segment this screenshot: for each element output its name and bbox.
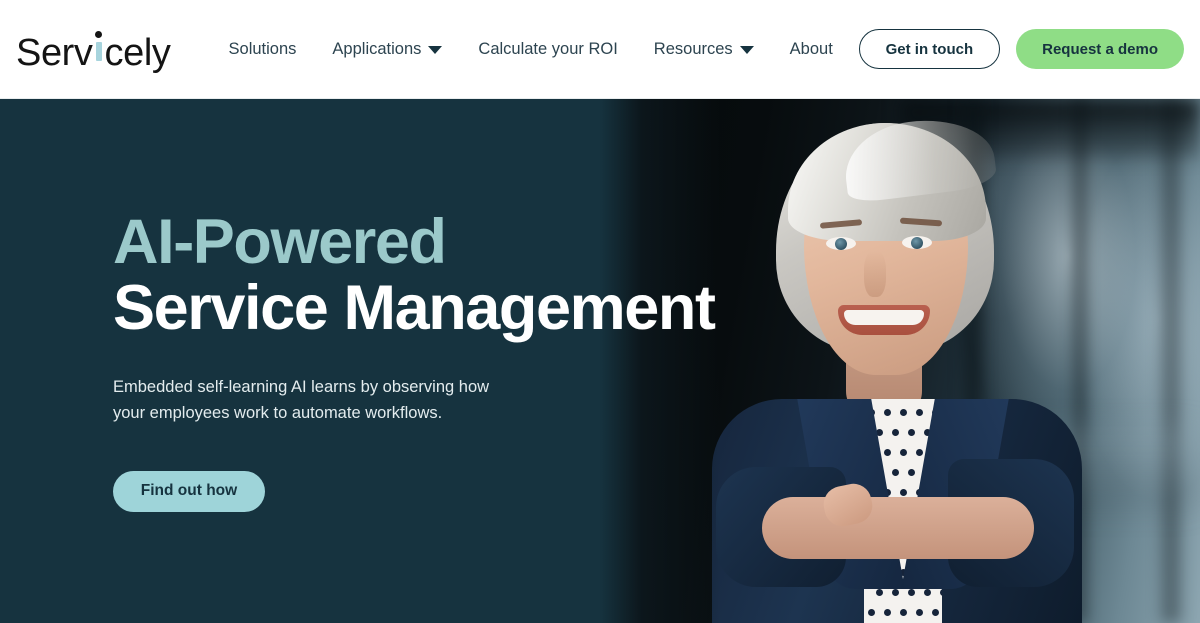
- crossed-arms: [762, 497, 1034, 559]
- site-header: Serv cely Solutions Applications Calcula…: [0, 0, 1200, 99]
- hero-heading-line-1: AI-Powered: [113, 207, 447, 278]
- nav-item-resources[interactable]: Resources: [636, 40, 772, 59]
- chevron-down-icon: [428, 46, 443, 54]
- logo-text-after: cely: [104, 31, 171, 74]
- window-mullion: [1156, 99, 1186, 623]
- blouse-dot: [900, 489, 907, 496]
- businesswoman-portrait: [696, 99, 1096, 623]
- nav-item-about[interactable]: About: [772, 40, 851, 59]
- hero-copy: AI-Powered Service Management Embedded s…: [113, 99, 716, 623]
- hero-section: AI-Powered Service Management Embedded s…: [0, 99, 1200, 623]
- nav-label-about: About: [789, 39, 833, 58]
- blouse-dot: [932, 609, 939, 616]
- get-in-touch-button[interactable]: Get in touch: [858, 29, 1001, 69]
- blouse-dot: [892, 469, 899, 476]
- nav-item-applications[interactable]: Applications: [314, 40, 460, 59]
- blouse-dot: [916, 449, 923, 456]
- blouse-dot: [916, 609, 923, 616]
- blouse-dot: [868, 609, 875, 616]
- request-a-demo-button[interactable]: Request a demo: [1016, 29, 1184, 69]
- blouse-dot: [924, 589, 931, 596]
- nav-item-calculate-your-roi[interactable]: Calculate your ROI: [460, 40, 635, 59]
- hero-heading: AI-Powered Service Management: [113, 207, 716, 341]
- logo-accent-i-icon: [93, 27, 105, 65]
- chevron-down-icon: [739, 46, 754, 54]
- eye-left: [826, 237, 856, 250]
- hero-heading-line-2: Service Management: [113, 272, 716, 343]
- eye-right: [902, 236, 932, 249]
- hero-subtext: Embedded self-learning AI learns by obse…: [113, 378, 490, 422]
- nav-label-solutions: Solutions: [228, 39, 297, 58]
- blouse-dot: [892, 589, 899, 596]
- blouse-dot: [884, 609, 891, 616]
- hero-image: [600, 99, 1200, 623]
- nav-label-resources: Resources: [653, 39, 733, 58]
- blouse-dot: [908, 429, 915, 436]
- blouse-dot: [884, 409, 891, 416]
- header-actions: Get in touch Request a demo: [858, 29, 1184, 69]
- blouse-dot: [916, 409, 923, 416]
- blouse-dot: [908, 589, 915, 596]
- nav-label-applications: Applications: [332, 39, 422, 58]
- nav-label-calculate-your-roi: Calculate your ROI: [478, 39, 618, 58]
- blouse-dot: [900, 409, 907, 416]
- smile: [838, 305, 930, 335]
- nav-item-solutions[interactable]: Solutions: [211, 40, 315, 59]
- blouse-dot: [876, 589, 883, 596]
- blouse-dot: [900, 449, 907, 456]
- blouse-dot: [900, 609, 907, 616]
- nose: [864, 251, 886, 297]
- blouse-dot: [908, 469, 915, 476]
- blouse-dot: [940, 589, 942, 596]
- main-navigation: Solutions Applications Calculate your RO…: [211, 40, 851, 59]
- blouse-dot: [892, 429, 899, 436]
- blouse-dot: [884, 449, 891, 456]
- logo-servicely[interactable]: Serv cely: [16, 27, 171, 72]
- logo-text-before: Serv: [16, 31, 93, 74]
- find-out-how-button[interactable]: Find out how: [113, 470, 265, 512]
